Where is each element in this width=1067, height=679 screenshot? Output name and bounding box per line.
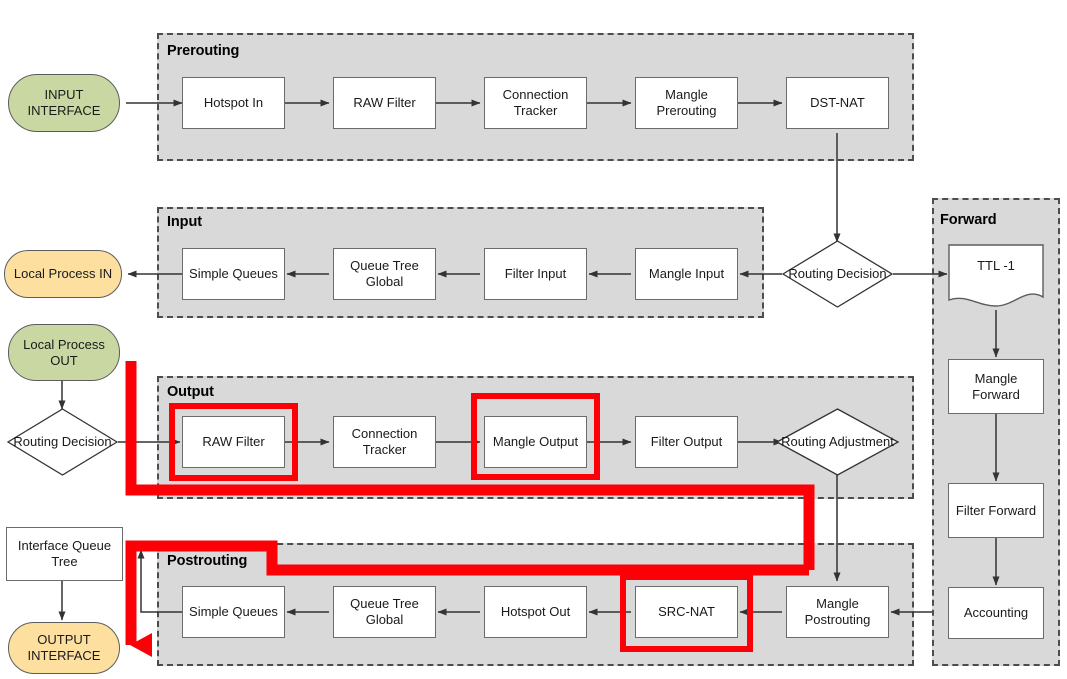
packet-flow-diagram: Prerouting Input Forward Output Postrout… (0, 0, 1067, 679)
node-label: Simple Queues (189, 266, 278, 282)
zone-forward-label: Forward (940, 212, 997, 228)
node-filter-forward[interactable]: Filter Forward (948, 483, 1044, 538)
node-label: Queue Tree Global (350, 596, 419, 627)
node-dst-nat[interactable]: DST-NAT (786, 77, 889, 129)
node-filter-output[interactable]: Filter Output (635, 416, 738, 468)
zone-prerouting-label: Prerouting (167, 43, 240, 59)
node-label: Mangle Prerouting (656, 87, 717, 118)
zone-input-label: Input (167, 214, 202, 230)
diamond-shape (776, 408, 899, 476)
diamond-shape (782, 240, 893, 308)
highlight-raw-filter-output (169, 403, 298, 481)
node-simple-queues-postrouting[interactable]: Simple Queues (182, 586, 285, 638)
node-label: Mangle Input (648, 266, 725, 282)
terminator-output-interface[interactable]: OUTPUT INTERFACE (8, 622, 120, 674)
node-label: Accounting (963, 605, 1029, 621)
terminator-input-interface[interactable]: INPUT INTERFACE (8, 74, 120, 132)
ttl-doc-shape (948, 244, 1044, 307)
node-label: Filter Output (650, 434, 723, 450)
node-label: Hotspot Out (500, 604, 571, 620)
node-accounting[interactable]: Accounting (948, 587, 1044, 639)
node-queue-tree-global-postrouting[interactable]: Queue Tree Global (333, 586, 436, 638)
terminator-label: OUTPUT INTERFACE (27, 632, 101, 663)
node-filter-input[interactable]: Filter Input (484, 248, 587, 300)
node-label: Simple Queues (189, 604, 278, 620)
node-label: Mangle Forward (972, 370, 1020, 402)
node-ttl-minus-1[interactable]: TTL -1 (948, 244, 1044, 310)
decision-routing-adjustment[interactable]: Routing Adjustment (776, 408, 899, 476)
terminator-local-process-in[interactable]: Local Process IN (4, 250, 122, 298)
node-label: TTL -1 (977, 258, 1015, 273)
node-label: Interface Queue Tree (17, 538, 112, 569)
node-label: Hotspot In (203, 95, 264, 111)
node-mangle-input[interactable]: Mangle Input (635, 248, 738, 300)
zone-output-label: Output (167, 384, 214, 400)
node-connection-tracker-prerouting[interactable]: Connection Tracker (484, 77, 587, 129)
terminator-label: Local Process IN (13, 266, 113, 282)
node-mangle-prerouting[interactable]: Mangle Prerouting (635, 77, 738, 129)
terminator-local-process-out[interactable]: Local Process OUT (8, 324, 120, 381)
terminator-label: Local Process OUT (23, 336, 105, 368)
node-queue-tree-global-input[interactable]: Queue Tree Global (333, 248, 436, 300)
highlight-src-nat (620, 574, 753, 652)
node-mangle-forward[interactable]: Mangle Forward (948, 359, 1044, 414)
highlight-mangle-output (471, 393, 600, 480)
decision-routing-decision-output[interactable]: Routing Decision (7, 408, 118, 476)
diamond-shape (7, 408, 118, 476)
node-label: Queue Tree Global (350, 258, 419, 289)
terminator-label: INPUT INTERFACE (27, 87, 101, 118)
node-label: Connection Tracker (351, 426, 418, 457)
node-interface-queue-tree[interactable]: Interface Queue Tree (6, 527, 123, 581)
node-label: Filter Forward (955, 502, 1037, 518)
zone-postrouting-label: Postrouting (167, 553, 248, 569)
node-label: DST-NAT (810, 95, 865, 111)
decision-routing-decision-main[interactable]: Routing Decision (782, 240, 893, 308)
node-raw-filter-prerouting[interactable]: RAW Filter (333, 77, 436, 129)
node-hotspot-in[interactable]: Hotspot In (182, 77, 285, 129)
node-label: RAW Filter (353, 95, 416, 111)
node-label: Filter Input (504, 266, 567, 282)
node-mangle-postrouting[interactable]: Mangle Postrouting (786, 586, 889, 638)
node-label: Mangle Postrouting (804, 596, 871, 627)
node-hotspot-out[interactable]: Hotspot Out (484, 586, 587, 638)
node-connection-tracker-output[interactable]: Connection Tracker (333, 416, 436, 468)
node-simple-queues-input[interactable]: Simple Queues (182, 248, 285, 300)
node-label: Connection Tracker (502, 87, 569, 118)
